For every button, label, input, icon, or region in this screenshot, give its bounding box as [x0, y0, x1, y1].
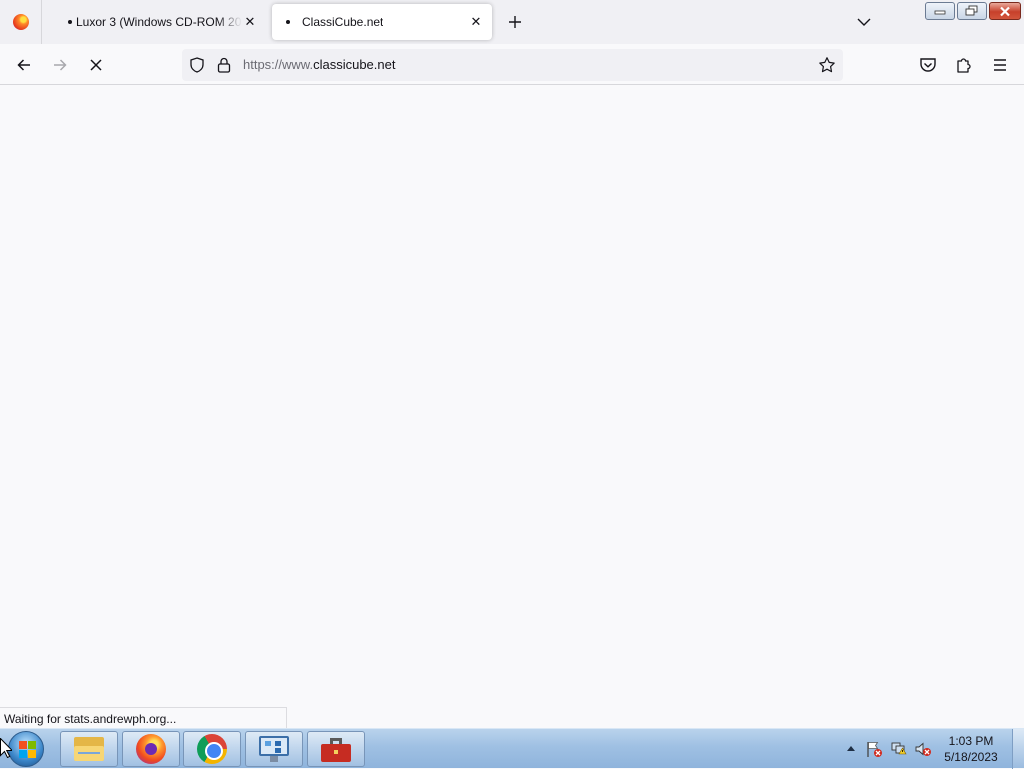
tab-loading-dot-icon — [286, 20, 290, 24]
windows-logo-icon — [8, 731, 44, 767]
url-domain: classicube.net — [313, 57, 396, 72]
window-close-button[interactable] — [989, 2, 1021, 20]
puzzle-piece-icon — [957, 58, 971, 73]
action-center-flag-icon[interactable] — [865, 740, 883, 758]
volume-muted-icon[interactable] — [914, 740, 932, 758]
stop-x-icon — [90, 59, 102, 71]
tab-loading-dot-icon — [68, 20, 72, 24]
navigation-toolbar: https://www.classicube.net — [0, 44, 1024, 85]
page-content-area[interactable] — [0, 85, 1024, 728]
toolbox-icon — [321, 736, 351, 762]
url-text[interactable]: https://www.classicube.net — [243, 57, 395, 72]
chevron-down-icon — [857, 18, 871, 26]
url-prefix: https://www. — [243, 57, 314, 72]
firefox-icon — [136, 734, 166, 764]
network-icon[interactable] — [890, 740, 908, 758]
tab-classicube[interactable]: ClassiCube.net ✕ — [272, 4, 492, 40]
taskbar: 1:03 PM 5/18/2023 — [0, 728, 1024, 769]
arrow-right-icon — [54, 59, 67, 71]
bookmark-star-icon[interactable] — [818, 56, 836, 74]
tab-title: Luxor 3 (Windows CD-ROM 2006) — [76, 15, 242, 29]
tab-bar: Luxor 3 (Windows CD-ROM 2006) ✕ ClassiCu… — [0, 0, 1024, 44]
status-panel: Waiting for stats.andrewph.org... — [0, 707, 287, 728]
list-all-tabs-button[interactable] — [852, 10, 876, 34]
taskbar-file-explorer-button[interactable] — [60, 731, 118, 767]
app-menu-button[interactable] — [987, 52, 1013, 78]
tab-luxor[interactable]: Luxor 3 (Windows CD-ROM 2006) ✕ — [54, 4, 266, 40]
system-clock[interactable]: 1:03 PM 5/18/2023 — [936, 733, 1006, 765]
new-tab-button[interactable] — [502, 8, 528, 36]
chevron-up-icon — [847, 746, 855, 751]
taskbar-control-panel-button[interactable] — [245, 731, 303, 767]
clock-time: 1:03 PM — [948, 734, 994, 748]
address-bar[interactable]: https://www.classicube.net — [182, 49, 843, 81]
arrow-left-icon — [17, 59, 30, 71]
control-panel-icon — [259, 736, 289, 762]
folder-icon — [74, 737, 104, 761]
show-hidden-icons-button[interactable] — [844, 741, 858, 755]
pocket-button[interactable] — [915, 52, 941, 78]
plus-icon — [509, 16, 521, 28]
firefox-icon — [12, 14, 29, 30]
hamburger-menu-icon — [994, 59, 1006, 71]
window-restore-button[interactable] — [957, 2, 987, 20]
mouse-pointer-icon — [0, 738, 12, 758]
show-desktop-button[interactable] — [1012, 729, 1024, 769]
taskbar-toolbox-button[interactable] — [307, 731, 365, 767]
forward-button[interactable] — [47, 52, 73, 78]
close-icon — [1000, 6, 1010, 16]
tab-title: ClassiCube.net — [302, 15, 384, 29]
chrome-icon — [197, 734, 227, 764]
tab-close-icon[interactable]: ✕ — [242, 14, 258, 30]
pocket-icon — [920, 58, 936, 72]
taskbar-firefox-button[interactable] — [122, 731, 180, 767]
window-minimize-button[interactable] — [925, 2, 955, 20]
tab-close-icon[interactable]: ✕ — [468, 14, 484, 30]
extensions-button[interactable] — [951, 52, 977, 78]
firefox-view-button[interactable] — [0, 0, 42, 44]
minimize-icon — [934, 10, 946, 15]
taskbar-chrome-button[interactable] — [183, 731, 241, 767]
stop-button[interactable] — [83, 52, 109, 78]
clock-date: 5/18/2023 — [944, 750, 998, 764]
lock-icon[interactable] — [216, 56, 232, 74]
tracking-protection-shield-icon[interactable] — [188, 56, 206, 74]
restore-icon — [965, 5, 978, 16]
back-button[interactable] — [11, 52, 37, 78]
